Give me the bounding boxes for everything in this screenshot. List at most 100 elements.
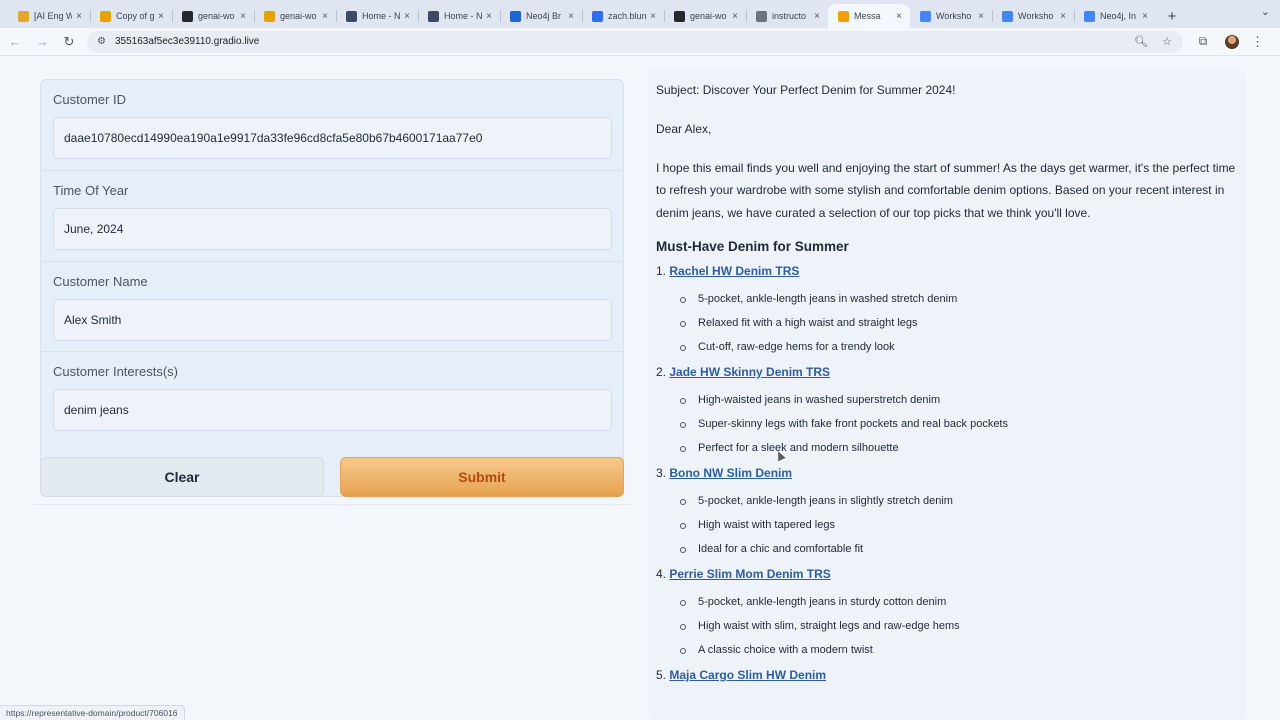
tab-title: Worksho [936,11,972,21]
customer-interests-input[interactable]: denim jeans [53,389,612,431]
submit-button[interactable]: Submit [340,457,624,497]
section-heading: Must-Have Denim for Summer [656,238,849,254]
close-icon[interactable]: × [402,11,412,22]
product-link[interactable]: Bono NW Slim Denim [669,466,792,480]
site-info-icon[interactable]: ⚙ [97,36,106,47]
browser-tab[interactable]: genai-wo × [254,4,336,28]
zoom-icon[interactable]: 🔍︎ [1131,35,1151,48]
reload-icon: ↻ [63,33,75,49]
profile-avatar[interactable] [1225,34,1239,49]
tab-title: genai-wo [280,11,317,21]
product-number: 2. [656,364,667,379]
browser-tab[interactable]: [AI Eng W × [8,4,90,28]
product-bullets: High-waisted jeans in washed superstretc… [656,388,1238,460]
product-item: 3. Bono NW Slim Denim 5-pocket, ankle-len… [656,464,1238,561]
bookmark-icon [18,10,29,22]
tab-search-icon[interactable]: ⌄ [1261,5,1270,18]
product-link[interactable]: Rachel HW Denim TRS [669,264,799,278]
time-of-year-input[interactable]: June, 2024 [53,208,612,250]
browser-tab[interactable]: Neo4j Br × [500,4,582,28]
new-tab-button[interactable]: + [1160,4,1184,28]
neo4j-browser-icon [510,10,521,22]
arrow-right-icon: → [35,34,49,49]
customer-id-input[interactable]: daae10780ecd14990ea190a1e9917da33fe96cd8… [53,117,612,159]
close-icon[interactable]: × [74,11,84,22]
browser-tab[interactable]: zach.blun × [582,4,664,28]
gradio-icon [838,10,849,22]
arrow-left-icon: ← [8,34,22,49]
close-icon[interactable]: × [1058,11,1068,22]
bookmark-star-icon[interactable]: ☆ [1157,35,1177,48]
close-icon[interactable]: × [730,11,740,22]
close-icon[interactable]: × [238,11,248,22]
browser-tab[interactable]: Copy of g × [90,4,172,28]
close-icon[interactable]: × [894,11,904,22]
close-icon[interactable]: × [812,11,822,22]
clear-button[interactable]: Clear [40,457,324,497]
page-content: Customer ID daae10780ecd14990ea190a1e991… [0,57,1280,720]
back-button[interactable]: ← [3,30,27,54]
link-icon [756,10,767,22]
close-icon[interactable]: × [648,11,658,22]
product-link[interactable]: Perrie Slim Mom Denim TRS [669,567,830,581]
email-subject: Subject: Discover Your Perfect Denim for… [656,83,956,97]
browser-tab[interactable]: genai-wo × [664,4,746,28]
list-item: High waist with tapered legs [680,513,1238,537]
browser-tab[interactable]: instructo × [746,4,828,28]
tab-title: instructo [772,11,807,21]
close-icon[interactable]: × [1140,11,1150,22]
address-bar[interactable]: ⚙ 355163af5ec3e39110.gradio.live 🔍︎ ☆ [87,30,1183,53]
browser-tab[interactable]: Neo4j, In × [1074,4,1156,28]
list-item: 5-pocket, ankle-length jeans in slightly… [680,489,1238,513]
close-icon[interactable]: × [484,11,494,22]
reload-button[interactable]: ↻ [57,30,81,54]
browser-toolbar: ← → ↻ ⚙ 355163af5ec3e39110.gradio.live 🔍… [0,28,1280,56]
github-icon [182,10,193,22]
browser-tab[interactable]: Home - N × [336,4,418,28]
input-form: Customer ID daae10780ecd14990ea190a1e991… [40,79,624,497]
tab-title: Neo4j Br [526,11,562,21]
close-icon[interactable]: × [566,11,576,22]
customer-name-field: Customer Name Alex Smith [41,261,623,351]
browser-tab[interactable]: Home - N × [418,4,500,28]
tab-title: zach.blun [608,11,646,21]
browser-tab[interactable]: genai-wo × [172,4,254,28]
list-item: 5-pocket, ankle-length jeans in sturdy c… [680,590,1238,614]
product-item: 1. Rachel HW Denim TRS 5-pocket, ankle-le… [656,262,1238,359]
close-icon[interactable]: × [976,11,986,22]
list-item: 5-pocket, ankle-length jeans in washed s… [680,287,1238,311]
product-number: 5. [656,667,667,682]
status-bar-url: https://representative-domain/product/70… [0,705,185,720]
tab-title: Neo4j, In [1100,11,1137,21]
tab-title: [AI Eng W [34,11,72,21]
colab-icon [264,10,275,22]
browser-tab[interactable]: Worksho × [910,4,992,28]
close-icon[interactable]: × [156,11,166,22]
close-icon[interactable]: × [320,11,330,22]
product-item: 2. Jade HW Skinny Denim TRS High-waisted … [656,363,1238,460]
product-link[interactable]: Jade HW Skinny Denim TRS [669,365,830,379]
customer-interests-field: Customer Interests(s) denim jeans [41,351,623,441]
email-intro: I hope this email finds you well and enj… [656,160,1236,221]
product-link[interactable]: Maja Cargo Slim HW Denim [669,668,826,682]
browser-tab[interactable]: Messa × [828,4,910,28]
list-item: High waist with slim, straight legs and … [680,614,1238,638]
customer-id-label: Customer ID [53,92,126,107]
product-bullets: 5-pocket, ankle-length jeans in washed s… [656,287,1238,359]
email-output: Subject: Discover Your Perfect Denim for… [648,69,1246,720]
menu-icon[interactable]: ⋮ [1251,34,1264,50]
url-text: 355163af5ec3e39110.gradio.live [114,36,260,47]
list-item: Ideal for a chic and comfortable fit [680,537,1238,561]
browser-tab[interactable]: Worksho × [992,4,1074,28]
customer-name-input[interactable]: Alex Smith [53,299,612,341]
product-number: 1. [656,263,667,278]
tab-title: Worksho [1018,11,1054,21]
forward-button[interactable]: → [30,30,54,54]
list-item: Cut-off, raw-edge hems for a trendy look [680,335,1238,359]
tab-strip: [AI Eng W × Copy of g × genai-wo × genai-wo × Ho… [0,0,1280,28]
list-item: Relaxed fit with a high waist and straig… [680,311,1238,335]
extensions-icon[interactable]: ⧉ [1191,30,1215,54]
customer-interests-label: Customer Interests(s) [53,364,178,379]
product-bullets: 5-pocket, ankle-length jeans in sturdy c… [656,590,1238,662]
product-item: 4. Perrie Slim Mom Denim TRS 5-pocket, an… [656,565,1238,662]
